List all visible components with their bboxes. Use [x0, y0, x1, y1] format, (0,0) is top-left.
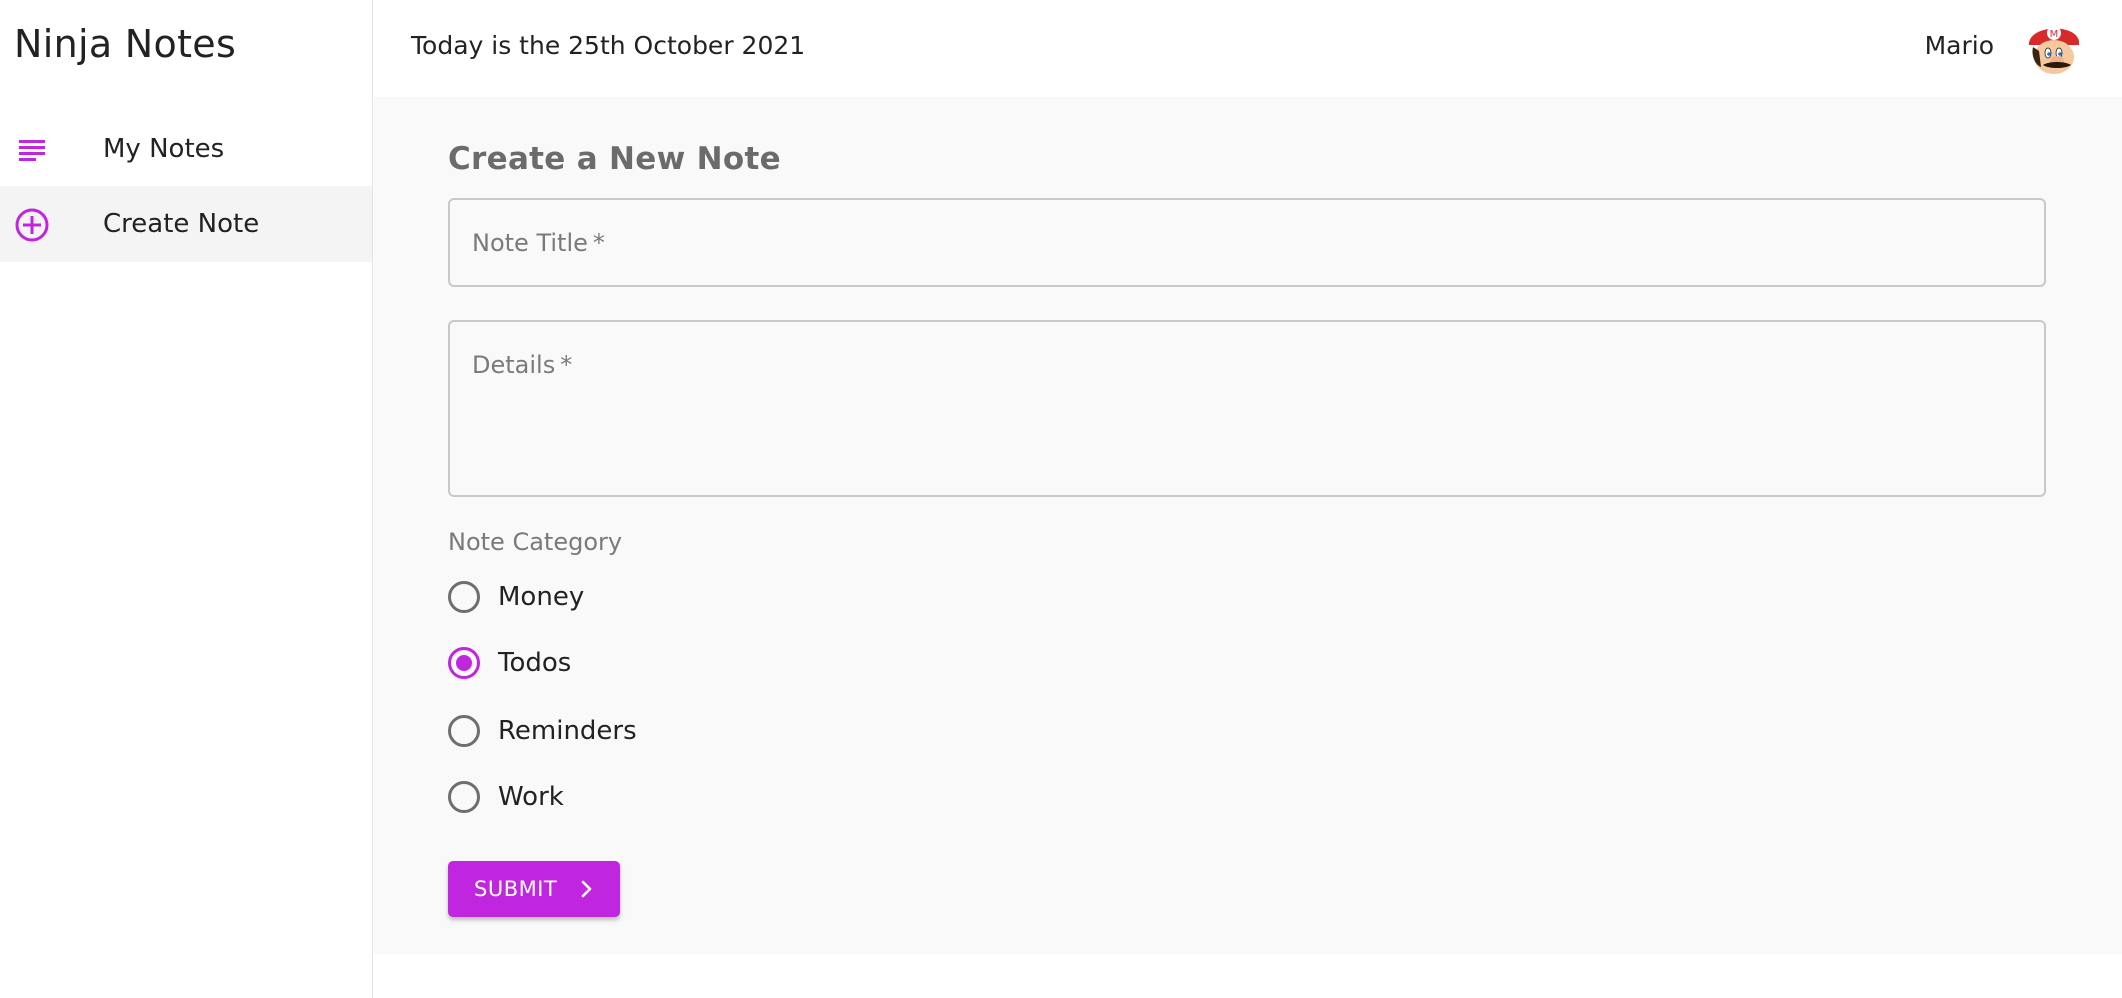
sidebar-item-create-note[interactable]: Create Note: [0, 186, 372, 262]
radio-option-reminders[interactable]: Reminders: [448, 709, 637, 753]
app-root: Ninja Notes My Notes Create Note Today i…: [0, 0, 2122, 998]
top-app-bar: Today is the 25th October 2021 Mario M: [374, 0, 2122, 97]
list-icon: [14, 132, 50, 168]
svg-text:M: M: [2050, 29, 2059, 40]
details-placeholder: Details *: [472, 351, 573, 379]
radio-option-todos[interactable]: Todos: [448, 641, 571, 685]
avatar[interactable]: M: [2021, 15, 2085, 79]
radio-option-money[interactable]: Money: [448, 575, 584, 619]
radio-button[interactable]: [448, 781, 480, 813]
submit-label: SUBMIT: [474, 877, 558, 901]
radio-label: Work: [498, 782, 564, 812]
radio-button[interactable]: [448, 647, 480, 679]
sidebar-item-my-notes[interactable]: My Notes: [0, 111, 372, 187]
radio-label: Reminders: [498, 716, 637, 746]
user-name: Mario: [1924, 31, 1994, 60]
sidebar: Ninja Notes My Notes Create Note: [0, 0, 373, 998]
radio-button[interactable]: [448, 581, 480, 613]
submit-button[interactable]: SUBMIT: [448, 861, 620, 917]
note-title-placeholder: Note Title *: [472, 229, 605, 257]
mario-avatar-icon: M: [2021, 15, 2085, 79]
sidebar-item-label: My Notes: [103, 134, 225, 164]
radio-label: Todos: [498, 648, 572, 678]
radio-button[interactable]: [448, 715, 480, 747]
details-textarea[interactable]: Details *: [448, 320, 2046, 497]
radio-option-work[interactable]: Work: [448, 775, 564, 819]
chevron-right-icon: [576, 879, 596, 899]
sidebar-item-label: Create Note: [103, 209, 260, 239]
page-title: Create a New Note: [448, 141, 781, 177]
app-title: Ninja Notes: [14, 22, 237, 66]
note-title-input[interactable]: Note Title *: [448, 198, 2046, 287]
date-text: Today is the 25th October 2021: [411, 31, 806, 60]
category-label: Note Category: [448, 528, 623, 556]
add-circle-icon: [14, 207, 50, 243]
main-content: Create a New Note Note Title * Details * N…: [374, 97, 2122, 954]
radio-label: Money: [498, 582, 585, 612]
